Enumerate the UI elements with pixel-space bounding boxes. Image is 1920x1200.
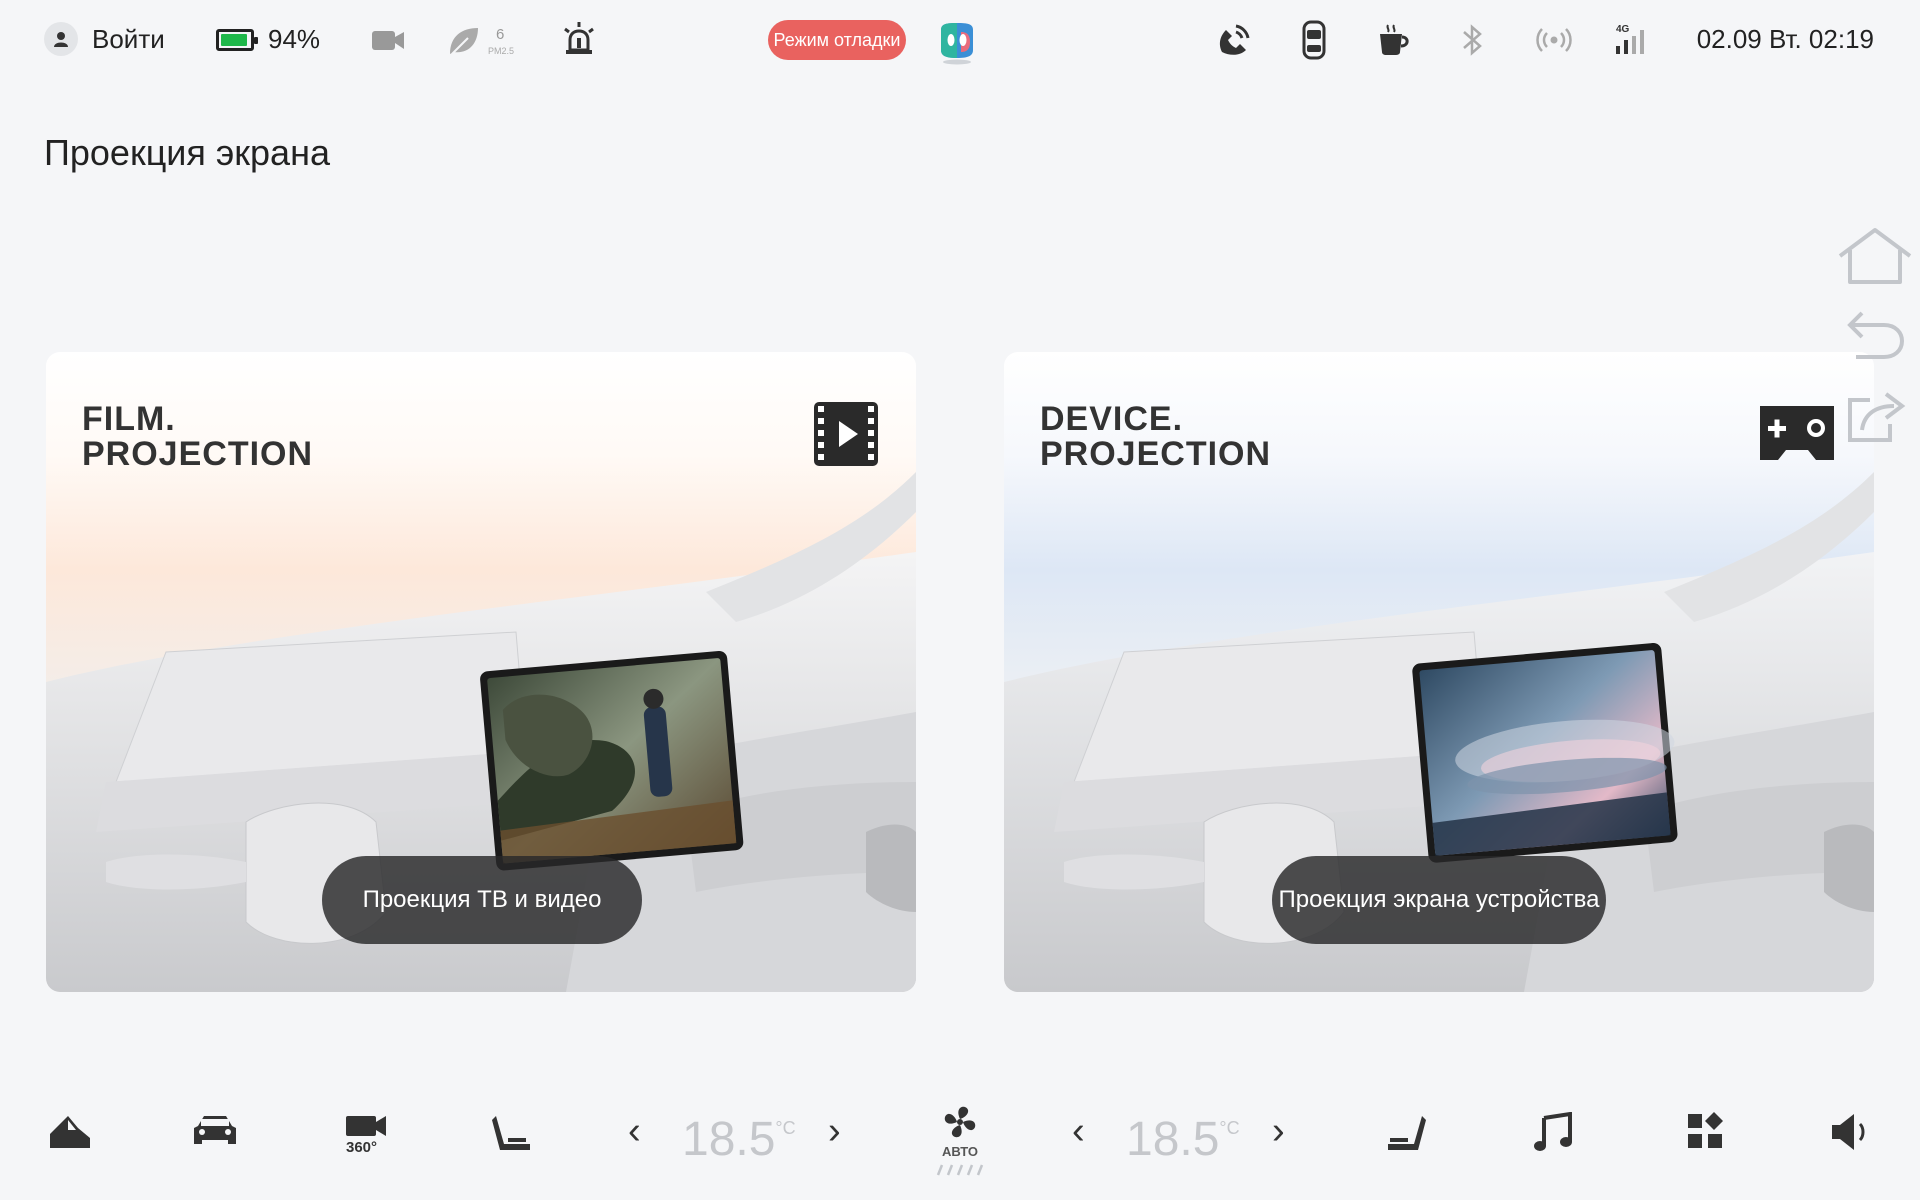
home-button[interactable] <box>1830 224 1920 288</box>
fan-button[interactable] <box>936 1102 984 1146</box>
assistant-icon[interactable] <box>936 20 978 66</box>
hotspot-icon[interactable] <box>1534 24 1574 56</box>
alarm-icon[interactable] <box>560 20 598 58</box>
share-button[interactable] <box>1830 384 1920 448</box>
left-temperature[interactable]: 18.5°C <box>682 1112 796 1167</box>
clock: 02.09 Вт. 02:19 <box>1696 24 1874 54</box>
login-label: Войти <box>92 23 165 54</box>
status-bar: Войти 94% 6 PM2.5 Режим отладки 4G 02.09… <box>0 0 1920 82</box>
home-icon <box>1838 228 1912 284</box>
car-button[interactable] <box>192 1112 238 1148</box>
film-projection-card[interactable]: FILM. PROJECTION Проекция ТВ и видео <box>46 352 916 992</box>
left-temp-unit: °C <box>775 1118 796 1138</box>
left-temp-value: 18.5 <box>682 1113 776 1166</box>
device-projection-card[interactable]: DEVICE. PROJECTION Проекция экрана устро… <box>1004 352 1874 992</box>
gamepad-icon <box>1756 400 1838 471</box>
seat-heat-icon <box>1388 1116 1426 1150</box>
right-temp-value: 18.5 <box>1126 1113 1220 1166</box>
right-temp-decrease[interactable]: ‹ <box>1072 1112 1085 1150</box>
leaf-icon <box>450 28 478 55</box>
vehicle-side-icon <box>50 1116 90 1148</box>
fan-speed-indicator <box>936 1164 984 1176</box>
bluetooth-icon[interactable] <box>1458 22 1486 58</box>
device-projection-label[interactable]: Проекция экрана устройства <box>1272 856 1606 944</box>
card-title-line1: FILM. <box>82 400 176 438</box>
pm-unit: PM2.5 <box>488 46 515 56</box>
battery-indicator: 94% <box>216 24 320 55</box>
coffee-icon[interactable] <box>1376 22 1412 58</box>
card-title: FILM. PROJECTION <box>82 402 313 472</box>
music-icon <box>1534 1112 1572 1151</box>
air-quality-indicator[interactable]: 6 PM2.5 <box>446 20 516 60</box>
card-title: DEVICE. PROJECTION <box>1040 402 1271 472</box>
vehicle-side-button[interactable] <box>48 1112 92 1152</box>
back-icon <box>1847 311 1905 359</box>
signal-4g-icon: 4G <box>1614 22 1650 56</box>
battery-icon <box>216 28 258 51</box>
back-button[interactable] <box>1830 304 1920 368</box>
fan-mode-label: АВТО <box>942 1144 979 1159</box>
right-temp-unit: °C <box>1219 1118 1240 1138</box>
volume-button[interactable] <box>1830 1112 1872 1152</box>
dashcam-icon[interactable] <box>370 26 406 54</box>
debug-mode-badge[interactable]: Режим отладки <box>768 20 906 60</box>
seat-button[interactable] <box>490 1112 534 1154</box>
film-projection-label[interactable]: Проекция ТВ и видео <box>322 856 642 944</box>
music-button[interactable] <box>1532 1112 1574 1154</box>
volume-icon <box>1832 1114 1865 1150</box>
left-temp-increase[interactable]: › <box>828 1112 841 1150</box>
card-title-line1: DEVICE. <box>1040 400 1184 438</box>
fan-icon <box>944 1106 976 1138</box>
card-title-line2: PROJECTION <box>82 435 314 473</box>
svg-text:360°: 360° <box>346 1139 377 1154</box>
left-temp-decrease[interactable]: ‹ <box>628 1112 641 1150</box>
share-icon <box>1848 392 1906 442</box>
card-title-line2: PROJECTION <box>1040 435 1272 473</box>
page-title: Проекция экрана <box>44 132 330 173</box>
film-play-icon <box>812 400 880 473</box>
apps-icon <box>1688 1112 1723 1148</box>
login-button[interactable]: Войти <box>44 22 165 56</box>
door-icon[interactable] <box>1298 20 1330 60</box>
camera-360-icon: 360° <box>346 1116 386 1154</box>
car-icon <box>194 1116 236 1144</box>
right-temperature[interactable]: 18.5°C <box>1126 1112 1240 1167</box>
user-icon <box>44 22 78 56</box>
svg-text:4G: 4G <box>1616 24 1630 35</box>
apps-button[interactable] <box>1686 1112 1724 1150</box>
right-temp-increase[interactable]: › <box>1272 1112 1285 1150</box>
camera-360-button[interactable]: 360° <box>344 1112 388 1154</box>
seat-heat-button[interactable] <box>1386 1112 1428 1154</box>
pm-value: 6 <box>496 26 505 43</box>
battery-percent: 94% <box>268 24 321 54</box>
phone-icon[interactable] <box>1216 22 1252 58</box>
seat-icon <box>492 1116 530 1150</box>
